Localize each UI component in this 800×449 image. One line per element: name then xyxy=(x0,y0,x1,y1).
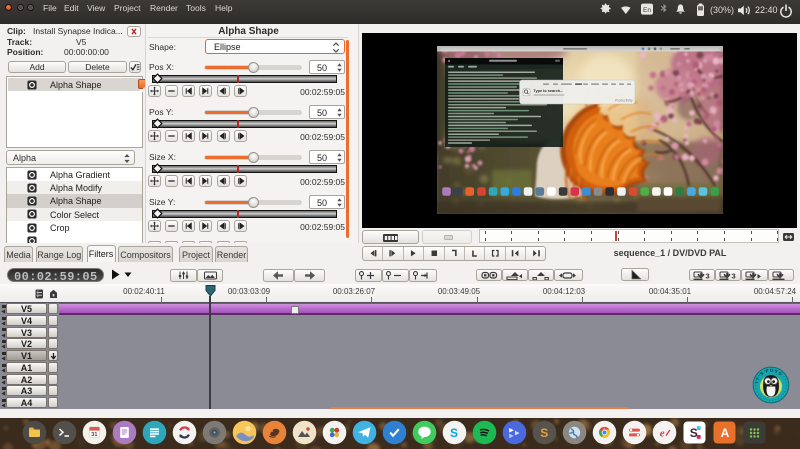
svg-text:3: 3 xyxy=(706,271,710,280)
svg-text:e: e xyxy=(660,427,665,439)
svg-text:31: 31 xyxy=(91,432,97,438)
svg-text:A: A xyxy=(721,426,730,440)
svg-text:Productivity: Productivity xyxy=(615,99,633,103)
svg-text:S: S xyxy=(450,426,458,440)
svg-text:Type to search...: Type to search... xyxy=(534,89,564,93)
svg-text:S: S xyxy=(690,426,698,440)
svg-text:3: 3 xyxy=(732,271,736,280)
svg-text:En: En xyxy=(643,6,651,13)
svg-text:S: S xyxy=(540,426,548,440)
